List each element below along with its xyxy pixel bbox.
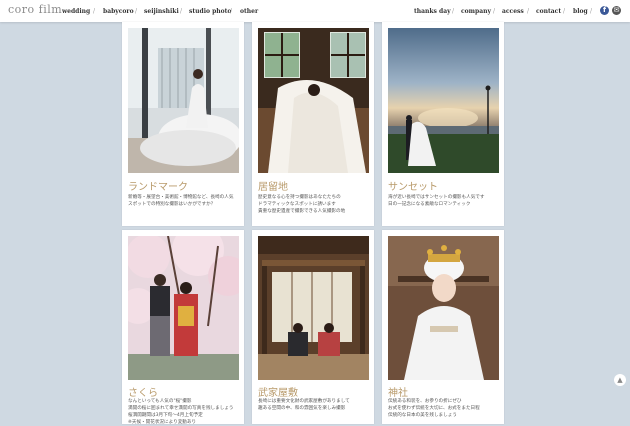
card-desc-line: ※天候・開花状況により変動あり (128, 420, 197, 425)
nav-blog[interactable]: blog (573, 8, 588, 15)
card-desc-line: 伝統ある和装を、お参りの折にぜひ (388, 399, 462, 404)
card-description: 新婚等・展望台・美術館・博物館など、長崎の人気 スポットでの特別な撮影はいかがで… (128, 194, 240, 208)
card-desc-line: ドラマティックなスポットに誘います (258, 202, 336, 207)
card-photo-sakura (128, 236, 239, 380)
card-desc-line: なんといっても人気の"桜"撮影 (128, 399, 192, 404)
card-title: さくら (128, 388, 158, 399)
nav-separator: / (563, 8, 566, 15)
nav-separator: / (527, 8, 530, 15)
card-photo-sunset (388, 28, 499, 173)
facebook-icon[interactable]: f (600, 6, 609, 15)
card-description: なんといっても人気の"桜"撮影 満開の桜に囲まれて幸せ満開の写真を残しましょう … (128, 398, 240, 426)
site-header: coro film wedding / babycoro / seijinshi… (0, 0, 630, 22)
nav-wedding[interactable]: wedding (62, 8, 90, 15)
card-photo-bukeyashiki (258, 236, 369, 380)
card-desc-line: 桜満開期間は3月下旬〜4月上旬予定 (128, 413, 203, 418)
nav-separator: / (590, 8, 593, 15)
card-desc-line: 海が近い長崎ではサンセットの撮影も人気です (388, 195, 485, 200)
card-desc-line: 日の一記念になる素敵なロマンティック (388, 202, 471, 207)
site-logo[interactable]: coro film (8, 3, 62, 16)
nav-separator: / (230, 8, 233, 15)
nav-studio-photo[interactable]: studio photo (189, 8, 231, 15)
nav-seijinshiki[interactable]: seijinshiki (144, 8, 179, 15)
card-desc-line: 長崎には重要文化財の武家屋敷がありまして (258, 399, 350, 404)
card-description: 伝統ある和装を、お参りの折にぜひ お式を使わず伝統を大切に、お式をまた日程 伝統… (388, 398, 500, 419)
card-desc-line: 新婚等・展望台・美術館・博物館など、長崎の人気 (128, 195, 234, 200)
card-title: ランドマーク (128, 182, 188, 193)
scroll-to-top-button[interactable]: ▲ (614, 374, 626, 386)
card-title: 居留地 (258, 182, 288, 193)
nav-separator: / (452, 8, 455, 15)
nav-separator: / (135, 8, 138, 15)
card-desc-line: 歴史意なる心を持つ撮影はあなたたちの (258, 195, 341, 200)
card-photo-kyoryuchi (258, 28, 369, 173)
nav-separator: / (180, 8, 183, 15)
nav-thanks-day[interactable]: thanks day (414, 8, 451, 15)
gallery-card[interactable]: ランドマーク 新婚等・展望台・美術館・博物館など、長崎の人気 スポットでの特別な… (122, 22, 244, 226)
card-description: 長崎には重要文化財の武家屋敷がありまして 趣ある空間の中、和の雰囲気を楽しみ撮影 (258, 398, 370, 412)
gallery-card[interactable]: さくら なんといっても人気の"桜"撮影 満開の桜に囲まれて幸せ満開の写真を残しま… (122, 230, 244, 426)
nav-babycoro[interactable]: babycoro (103, 8, 134, 15)
nav-separator: / (93, 8, 96, 15)
mail-icon[interactable]: ✉ (612, 6, 621, 15)
gallery-card[interactable]: 居留地 歴史意なる心を持つ撮影はあなたたちの ドラマティックなスポットに誘います… (252, 22, 374, 226)
card-desc-line: 満開の桜に囲まれて幸せ満開の写真を残しましょう (128, 406, 234, 411)
nav-access[interactable]: access (502, 8, 524, 15)
gallery-card[interactable]: サンセット 海が近い長崎ではサンセットの撮影も人気です 日の一記念になる素敵なロ… (382, 22, 504, 226)
gallery-card[interactable]: 武家屋敷 長崎には重要文化財の武家屋敷がありまして 趣ある空間の中、和の雰囲気を… (252, 230, 374, 424)
nav-separator: / (493, 8, 496, 15)
card-photo-landmark (128, 28, 239, 173)
card-description: 歴史意なる心を持つ撮影はあなたたちの ドラマティックなスポットに誘います 貴重な… (258, 194, 370, 215)
card-title: 武家屋敷 (258, 388, 298, 399)
card-desc-line: お式を使わず伝統を大切に、お式をまた日程 (388, 406, 480, 411)
gallery-card[interactable]: 神社 伝統ある和装を、お参りの折にぜひ お式を使わず伝統を大切に、お式をまた日程… (382, 230, 504, 424)
nav-company[interactable]: company (461, 8, 491, 15)
card-photo-jinja (388, 236, 499, 380)
nav-contact[interactable]: contact (536, 8, 561, 15)
card-desc-line: 伝統的な日本の美を残しましょう (388, 413, 457, 418)
card-description: 海が近い長崎ではサンセットの撮影も人気です 日の一記念になる素敵なロマンティック (388, 194, 500, 208)
card-desc-line: 貴重な歴史遺産で撮影できる人気撮影の地 (258, 209, 346, 214)
card-title: サンセット (388, 182, 438, 193)
nav-other[interactable]: other (240, 8, 258, 15)
card-desc-line: 趣ある空間の中、和の雰囲気を楽しみ撮影 (258, 406, 346, 411)
card-desc-line: スポットでの特別な撮影はいかがですか？ (128, 202, 216, 207)
card-title: 神社 (388, 388, 408, 399)
